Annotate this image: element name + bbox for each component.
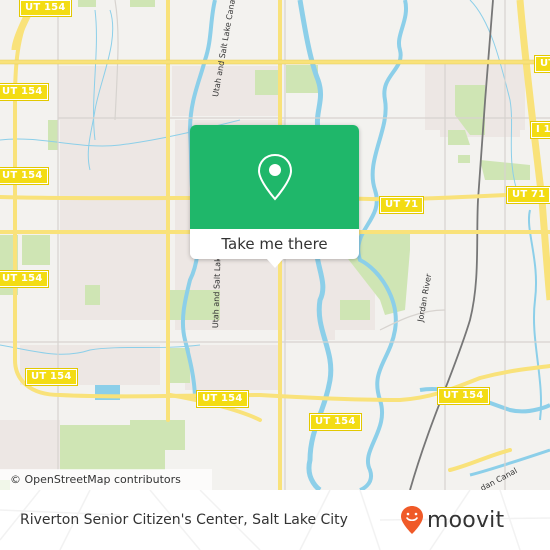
moovit-wordmark: moovit xyxy=(427,507,505,533)
popup-pointer xyxy=(266,258,284,268)
route-shield: UT 154 xyxy=(0,83,49,101)
route-shield: I 1 xyxy=(530,121,550,139)
route-shield: UT 154 xyxy=(19,0,72,17)
route-shield: UT 71 xyxy=(378,196,425,214)
route-shield: UT 154 xyxy=(0,167,49,185)
footer-bar: Riverton Senior Citizen's Center, Salt L… xyxy=(0,490,550,550)
route-shield: UT 154 xyxy=(196,390,249,408)
place-name: Riverton Senior Citizen's Center, Salt L… xyxy=(20,512,348,528)
route-shield: UT 71 xyxy=(505,186,550,204)
route-shield: UT xyxy=(533,55,550,73)
residential-areas xyxy=(0,60,525,470)
map-attribution[interactable]: © OpenStreetMap contributors xyxy=(0,469,212,490)
take-me-there-button[interactable]: Take me there xyxy=(190,229,359,259)
route-shield: UT 154 xyxy=(0,270,49,288)
map-pin-icon xyxy=(257,153,292,201)
popup-header xyxy=(190,125,359,229)
moovit-logo[interactable]: moovit xyxy=(400,504,504,536)
location-popup: Take me there xyxy=(190,125,359,268)
route-shield: UT 154 xyxy=(309,413,362,431)
route-shield: UT 154 xyxy=(25,368,78,386)
moovit-pin-icon xyxy=(401,506,423,534)
route-shield: UT 154 xyxy=(437,387,490,405)
